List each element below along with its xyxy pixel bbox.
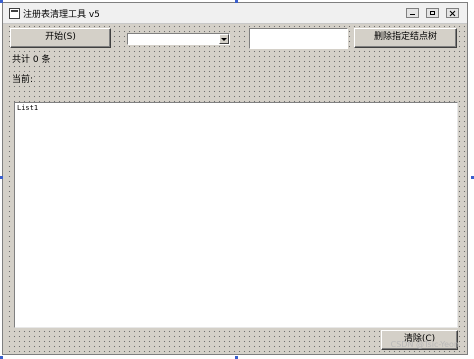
start-button[interactable]: 开始(S) xyxy=(10,28,111,48)
resize-handle-top-left[interactable] xyxy=(0,0,3,3)
title-bar[interactable]: 注册表清理工具 v5 xyxy=(3,3,467,24)
chevron-down-icon[interactable] xyxy=(219,34,229,44)
resize-handle-top[interactable] xyxy=(235,0,238,3)
node-text-input[interactable] xyxy=(249,28,348,49)
resize-handle-left[interactable] xyxy=(0,176,3,179)
delete-node-tree-button[interactable]: 删除指定结点树 xyxy=(354,28,457,48)
minimize-icon[interactable] xyxy=(406,8,419,18)
form-designer-surface: 开始(S) 删除指定结点树 共计 0 条 当前: List1 清除(C) CSD… xyxy=(7,24,465,352)
count-label: 共计 0 条 xyxy=(11,52,52,65)
csdn-watermark: CSDN @Tsic-Yeon xyxy=(390,340,459,349)
app-window: 注册表清理工具 v5 开始(S) 删除指定结点树 共计 0 条 当前: List… xyxy=(2,2,468,355)
listbox-name: List1 xyxy=(17,104,39,112)
window-title: 注册表清理工具 v5 xyxy=(23,10,100,20)
close-icon[interactable] xyxy=(446,8,459,18)
maximize-icon[interactable] xyxy=(426,8,439,18)
app-window-icon xyxy=(9,8,20,19)
key-combo-box[interactable] xyxy=(127,33,230,45)
result-listbox[interactable]: List1 xyxy=(14,102,458,328)
current-label: 当前: xyxy=(11,72,35,85)
